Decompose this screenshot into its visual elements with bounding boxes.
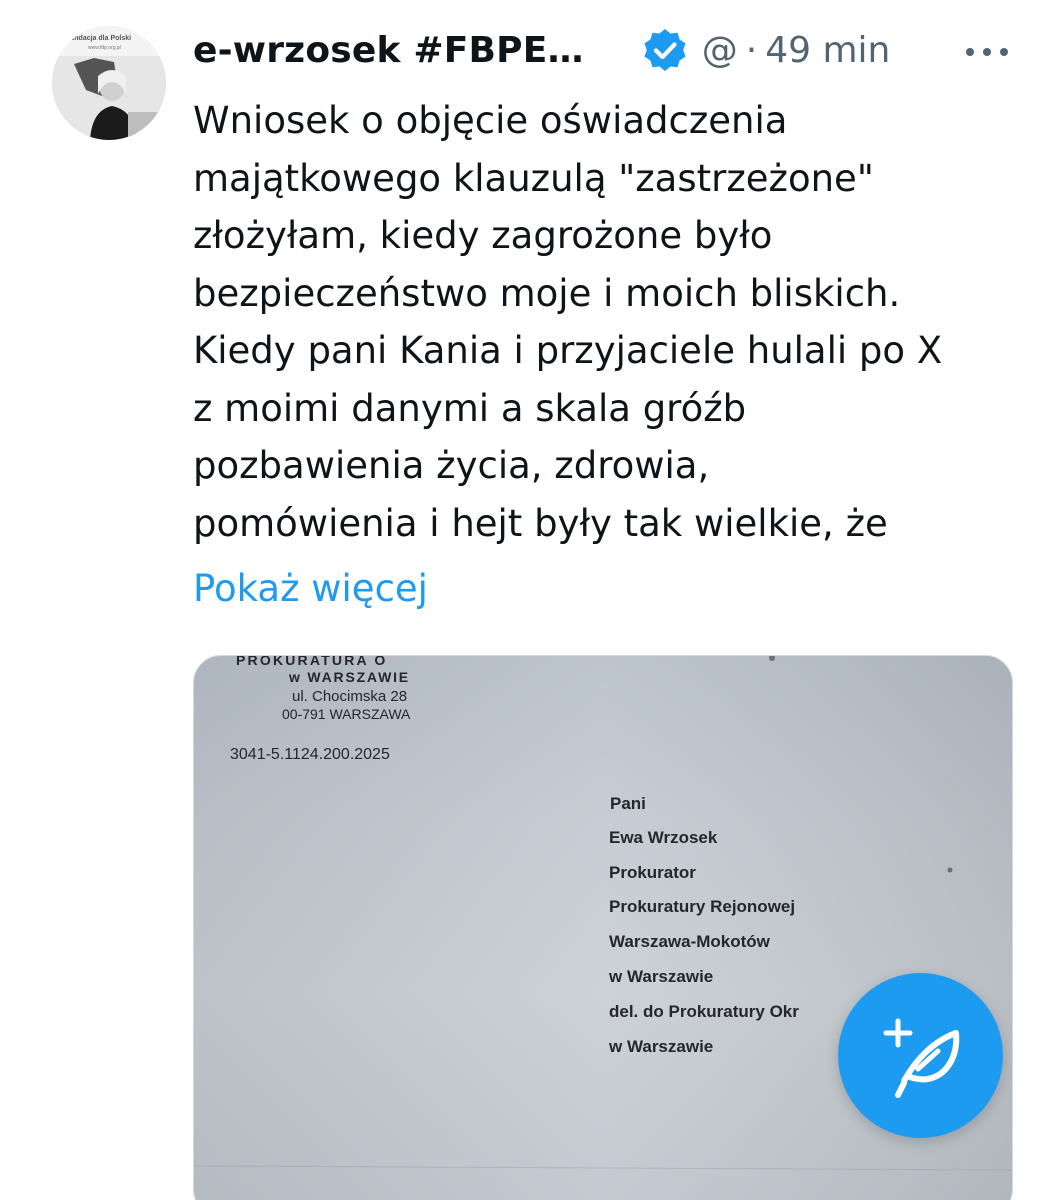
tweet-text-line: Kiedy pani Kania i przyjaciele hulali po… <box>193 329 943 372</box>
tweet-text-line: Wniosek o objęcie oświadczenia <box>193 99 788 142</box>
verified-badge-icon <box>642 27 688 73</box>
avatar-banner-subtext: www.fdp.org.pl <box>88 45 121 51</box>
more-horizontal-icon[interactable] <box>960 30 1020 70</box>
addressee-line: Prokurator <box>609 863 696 882</box>
tweet-text-line: majątkowego klauzulą "zastrzeżone" <box>193 156 874 200</box>
addressee-line: w Warszawie <box>609 967 714 986</box>
addressee-line: Prokuratury Rejonowej <box>609 897 796 916</box>
document-reference: 3041-5.1124.200.2025 <box>230 746 390 763</box>
tweet-header: e-wrzosek #FBPE… @ · 49 min <box>193 22 1023 78</box>
document-street: ul. Chocimska 28 <box>292 688 408 705</box>
addressee-line: Pani <box>610 794 646 813</box>
timestamp[interactable]: 49 min <box>765 30 890 71</box>
tweet-text-line: bezpieczeństwo moje i moich bliskich. <box>193 271 901 315</box>
compose-post-icon <box>883 1018 960 1098</box>
addressee-line: Warszawa-Mokotów <box>609 932 770 951</box>
tweet-view: undacja dla Polski www.fdp.org.pl e-wrzo… <box>0 0 1062 1200</box>
tweet-text-line: złożyłam, kiedy zagrożone było <box>193 214 773 257</box>
addressee-line: w Warszawie <box>609 1037 714 1056</box>
tweet-text-line: z moimi danymi a skala gróźb <box>193 386 747 430</box>
separator-dot: · <box>745 29 758 71</box>
handle[interactable]: @ <box>702 30 738 71</box>
tweet-text-line: pozbawienia życia, zdrowia, <box>193 444 710 487</box>
document-header-line1: PROKURATURA O <box>236 655 388 668</box>
tweet-text: Wniosek o objęcie oświadczenia majątkowe… <box>193 92 1023 552</box>
document-postal: 00-791 WARSZAWA <box>282 706 411 722</box>
tweet-text-line: pomówienia i hejt były tak wielkie, że <box>193 501 888 545</box>
addressee-line: del. do Prokuratury Okr <box>609 1002 799 1021</box>
avatar-photo: undacja dla Polski www.fdp.org.pl <box>52 26 166 140</box>
avatar[interactable]: undacja dla Polski www.fdp.org.pl <box>52 26 166 140</box>
document-header-line2: w WARSZAWIE <box>289 669 410 685</box>
avatar-banner-text: undacja dla Polski <box>70 35 131 42</box>
compose-post-button[interactable] <box>838 973 1003 1138</box>
addressee-line: Ewa Wrzosek <box>609 828 718 847</box>
display-name[interactable]: e-wrzosek #FBPE… <box>193 30 584 71</box>
show-more-link[interactable]: Pokaż więcej <box>193 560 428 617</box>
